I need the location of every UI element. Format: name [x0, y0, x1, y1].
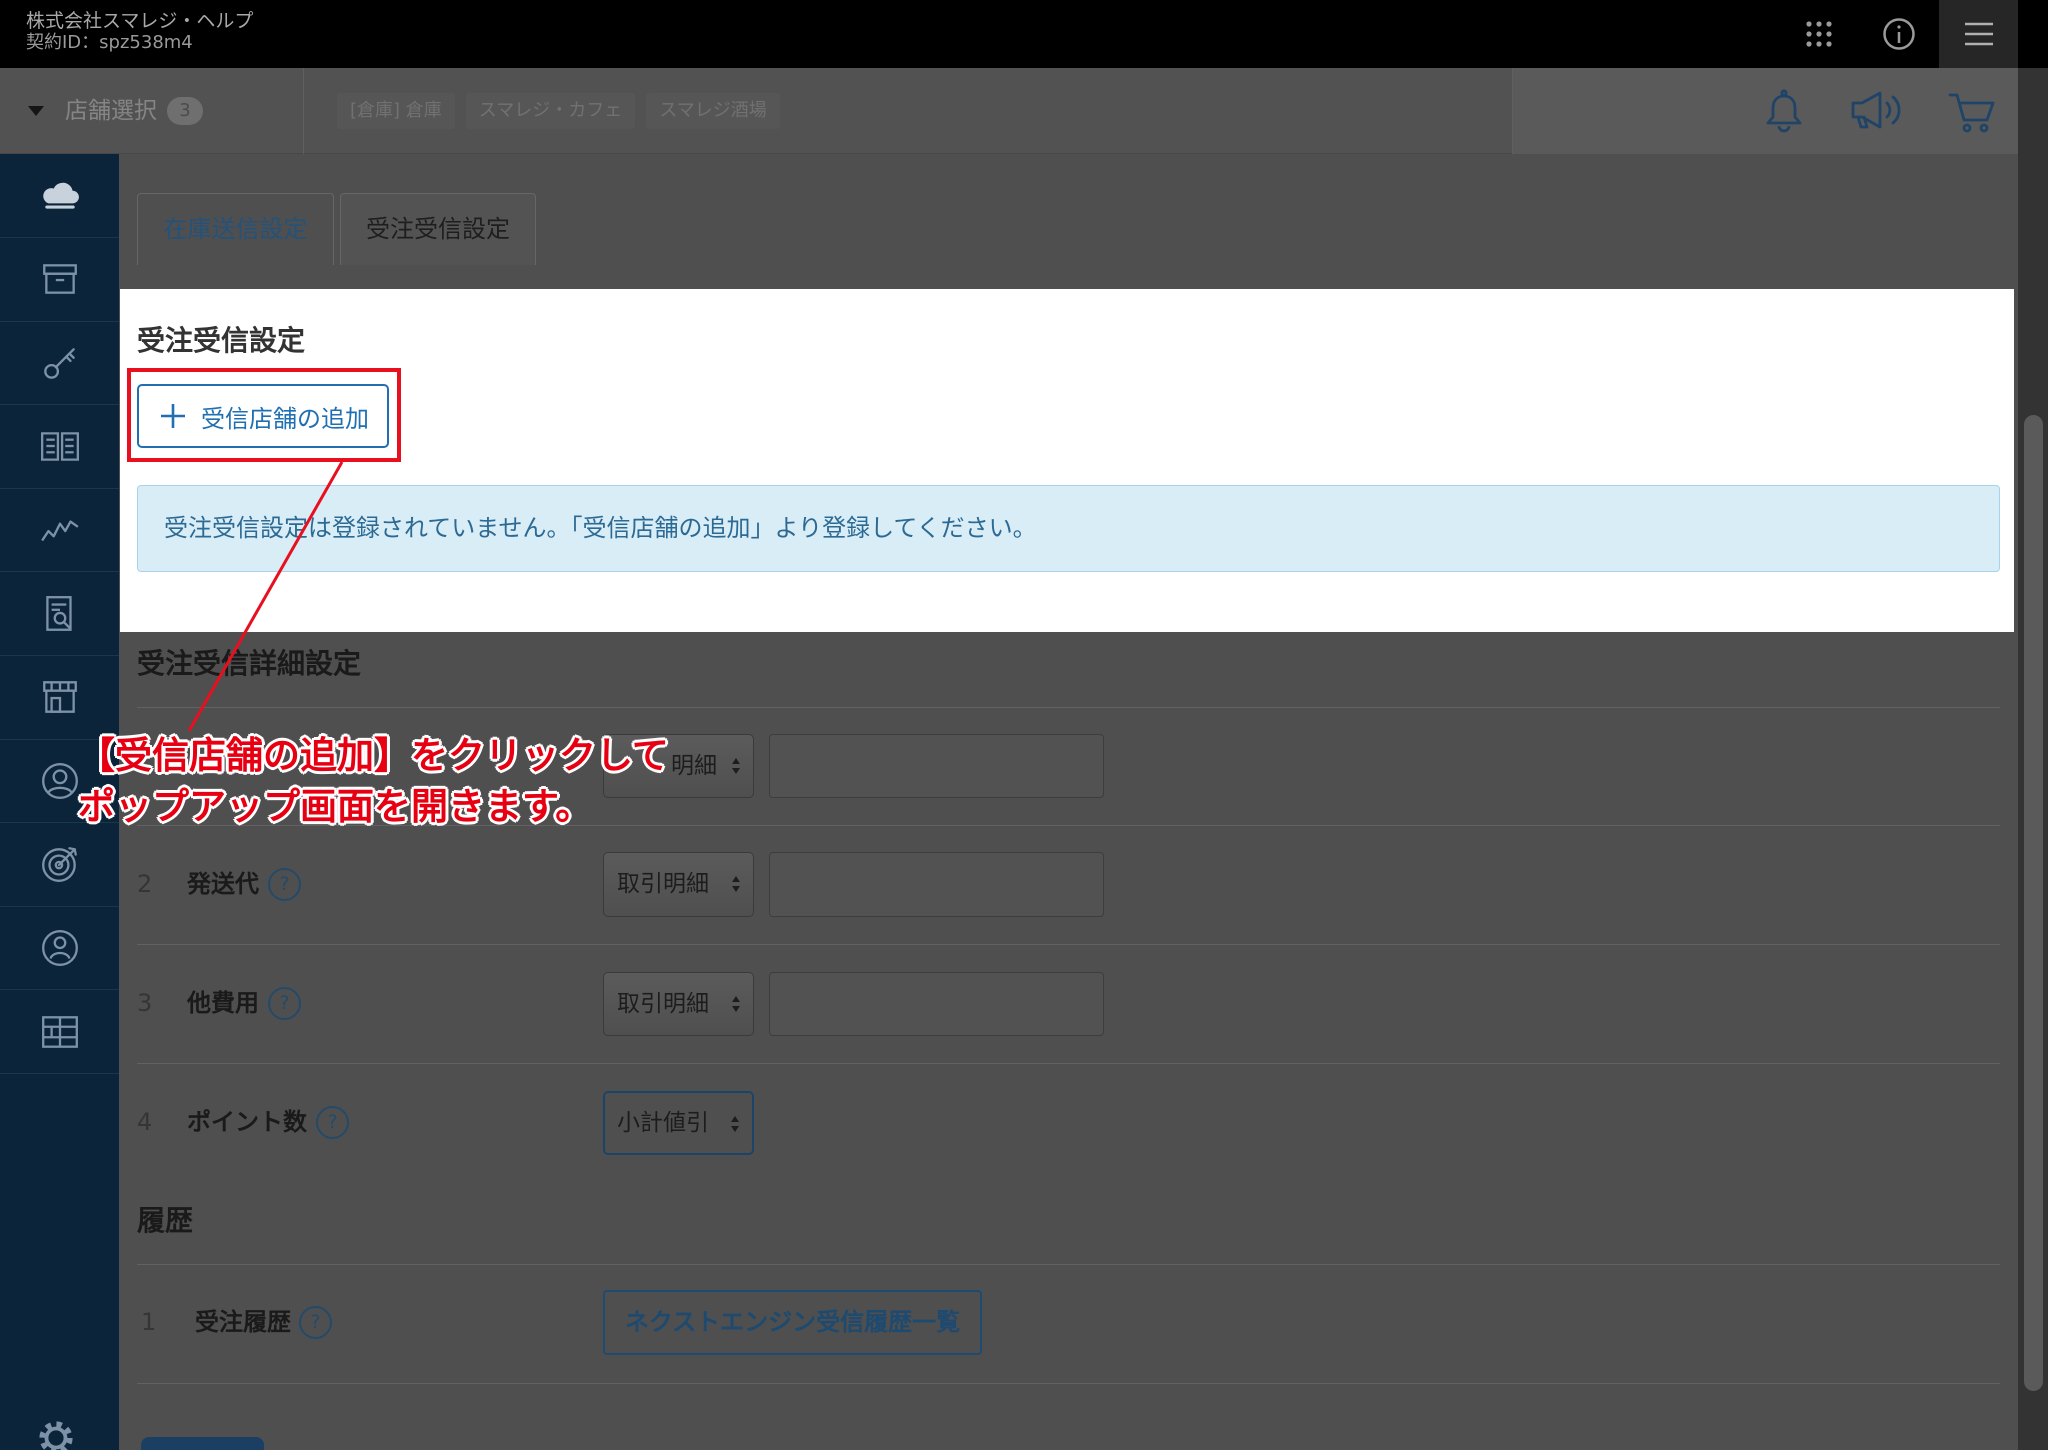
- row3-type-select[interactable]: 取引明細: [603, 972, 754, 1036]
- report-icon: [45, 595, 72, 631]
- row3-select-value: 取引明細: [617, 991, 709, 1017]
- detail-settings-title: 受注受信詳細設定: [137, 647, 362, 680]
- target-icon: [41, 847, 77, 883]
- sidebar-item-target[interactable]: [0, 823, 119, 907]
- tab-inventory-send[interactable]: 在庫送信設定: [137, 193, 334, 265]
- history-title: 履歴: [137, 1204, 194, 1237]
- sidebar-item-book[interactable]: [0, 405, 119, 489]
- row4-select-value: 小計値引: [617, 1110, 709, 1136]
- row-label-other-fees: 他費用: [187, 989, 259, 1017]
- caret-down-icon[interactable]: [28, 106, 44, 116]
- row2-type-select[interactable]: 取引明細: [603, 852, 754, 917]
- sidebar-item-archive[interactable]: [0, 238, 119, 322]
- row-number: 2: [137, 870, 153, 898]
- menu-icon: [1964, 22, 1993, 46]
- help-icon[interactable]: ?: [268, 987, 301, 1020]
- book-icon: [40, 432, 79, 462]
- store-select-label[interactable]: 店舗選択: [65, 98, 157, 124]
- row4-type-select[interactable]: 小計値引: [603, 1091, 754, 1155]
- row-label-order-history: 受注履歴: [195, 1308, 291, 1336]
- next-engine-history-button[interactable]: ネクストエンジン受信履歴一覧: [603, 1290, 982, 1355]
- megaphone-icon[interactable]: [1849, 88, 1905, 134]
- line-chart-icon: [40, 520, 79, 542]
- sidebar-item-cloud[interactable]: [0, 154, 119, 238]
- key-icon: [43, 347, 75, 379]
- sidebar-item-report[interactable]: [0, 572, 119, 656]
- help-icon[interactable]: ?: [268, 868, 301, 901]
- annotation-highlight-box: [127, 368, 401, 462]
- bell-icon[interactable]: [1764, 88, 1804, 134]
- order-receive-settings-section: 受注受信設定 受信店舗の追加 受注受信設定は登録されていません。「受信店舗の追加…: [120, 289, 2014, 632]
- help-icon[interactable]: ?: [299, 1306, 332, 1339]
- annotation-callout: 【受信店舗の追加】をクリックして ポップアップ画面を開きます。: [78, 730, 669, 832]
- row3-input[interactable]: [769, 972, 1104, 1036]
- row-number: 4: [137, 1108, 153, 1136]
- company-name: 株式会社スマレジ・ヘルプ: [26, 10, 254, 32]
- menu-button[interactable]: [1939, 0, 2018, 68]
- divider: [137, 1063, 2000, 1064]
- cloud-icon: [42, 182, 79, 209]
- sidebar-item-key[interactable]: [0, 321, 119, 406]
- store-tag: [倉庫] 倉庫: [337, 93, 455, 129]
- row-label-points: ポイント数: [187, 1108, 307, 1136]
- row-number: 1: [141, 1308, 157, 1336]
- row-number: 3: [137, 989, 153, 1017]
- cart-icon[interactable]: [1948, 90, 1996, 134]
- divider: [137, 944, 2000, 945]
- scrollbar-thumb[interactable]: [2024, 415, 2043, 1391]
- divider: [137, 1264, 2000, 1265]
- sidebar-item-apps[interactable]: [0, 990, 119, 1074]
- store-icon: [42, 681, 77, 713]
- grid-icon: [41, 1015, 78, 1048]
- tab-order-receive[interactable]: 受注受信設定: [340, 193, 536, 265]
- info-icon[interactable]: [1882, 17, 1916, 51]
- divider: [137, 1383, 2000, 1384]
- store-tag: スマレジ・カフェ: [465, 93, 636, 129]
- divider: [137, 707, 2000, 708]
- apps-grid-icon[interactable]: [1803, 18, 1835, 50]
- save-button-partial[interactable]: [141, 1437, 264, 1450]
- sidebar-item-account[interactable]: [0, 906, 119, 991]
- row2-select-value: 取引明細: [617, 871, 709, 897]
- sidebar-item-store[interactable]: [0, 656, 119, 740]
- sidebar-item-analytics[interactable]: [0, 488, 119, 573]
- gear-icon[interactable]: [37, 1419, 75, 1450]
- selected-stores: [倉庫] 倉庫 スマレジ・カフェ スマレジ酒場: [337, 93, 780, 129]
- section-title: 受注受信設定: [137, 324, 306, 357]
- contract-id: 契約ID：spz538m4: [26, 32, 193, 53]
- annotation-line-1: 【受信店舗の追加】をクリックして: [78, 734, 669, 777]
- top-bar: [0, 0, 2048, 68]
- help-icon[interactable]: ?: [316, 1106, 349, 1139]
- select-arrows-icon: [732, 996, 740, 1012]
- select-arrows-icon: [731, 1116, 739, 1132]
- row-label-shipping: 発送代: [187, 870, 259, 898]
- store-count-badge: 3: [167, 97, 203, 125]
- select-arrows-icon: [732, 758, 740, 774]
- person-icon: [41, 929, 78, 966]
- empty-settings-alert: 受注受信設定は登録されていません。「受信店舗の追加」より登録してください。: [137, 485, 2000, 572]
- annotation-line-2: ポップアップ画面を開きます。: [78, 785, 593, 828]
- store-tag: スマレジ酒場: [646, 93, 780, 129]
- user-circle-icon: [41, 762, 78, 799]
- row1-input[interactable]: [769, 734, 1104, 798]
- row2-input[interactable]: [769, 852, 1104, 917]
- archive-box-icon: [42, 264, 77, 294]
- row1-select-value: 明細: [671, 753, 717, 779]
- select-arrows-icon: [732, 876, 740, 892]
